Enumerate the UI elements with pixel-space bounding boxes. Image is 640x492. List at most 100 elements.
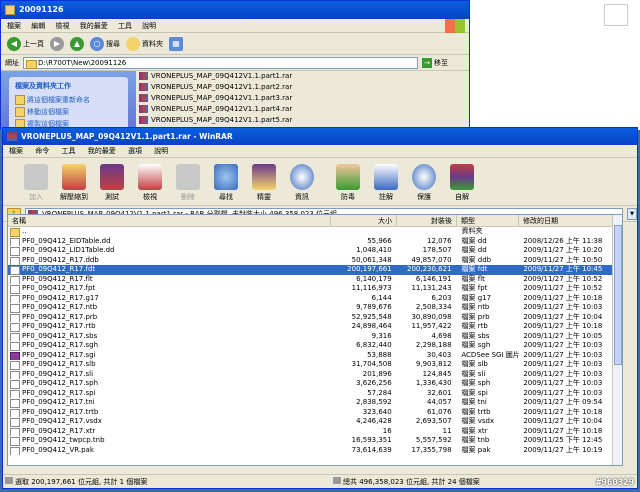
- menu-edit[interactable]: 編輯: [31, 22, 45, 30]
- table-row[interactable]: PF0_09Q412_R17.sbs 9,316 4,698 檔案 sbs 2009/1…: [8, 332, 622, 341]
- menu-favorites[interactable]: 我的最愛: [80, 22, 108, 30]
- table-row[interactable]: PF0_09Q412_R17.xtr 16 11 檔案 xtr 2009/11/27 上…: [8, 426, 622, 436]
- file-item[interactable]: VRONEPLUS_MAP_09Q412V1.1.part4.rar: [139, 104, 292, 114]
- file-name-cell: PF0_09Q412_twpcp.tnb: [8, 436, 330, 446]
- table-row[interactable]: PF0_09Q412_R17.slb 31,704,508 9,903,812 檔案 …: [8, 360, 622, 370]
- table-row[interactable]: PF0_09Q412_R17.sli 201,896 124,845 檔案 sli 20…: [8, 369, 622, 379]
- sfx-button[interactable]: 自解: [443, 158, 481, 205]
- menu-favorites[interactable]: 我的最愛: [88, 147, 116, 155]
- table-row[interactable]: PF0_09Q412_R17.sgh 6,832,440 2,298,188 檔案 s…: [8, 341, 622, 351]
- table-row[interactable]: PF0_09Q412_R17.g17 6,144 6,203 檔案 g17 2009/1…: [8, 294, 622, 303]
- task-move[interactable]: 移動這個檔案: [15, 107, 122, 117]
- forward-button[interactable]: ▶: [50, 36, 64, 51]
- modified-date-cell: 2009/11/27 上午 10:03: [523, 388, 603, 397]
- menu-commands[interactable]: 命令: [35, 147, 49, 155]
- file-type-cell: 檔案 tnb: [461, 436, 490, 444]
- folders-label: 資料夾: [142, 39, 163, 48]
- delete-button[interactable]: 刪除: [169, 158, 207, 205]
- column-name[interactable]: 名稱: [8, 215, 331, 226]
- address-input[interactable]: D:\R700T\New\20091126: [23, 56, 418, 69]
- file-size-cell: 57,284: [367, 388, 392, 397]
- modified-date-cell: 2008/12/26 上午 11:38: [523, 236, 603, 245]
- table-row[interactable]: PF0_09Q412_R17.ntb 9,789,676 2,508,334 檔案 n…: [8, 303, 622, 313]
- file-name-cell: PF0_09Q412_R17.slb: [8, 360, 330, 370]
- file-name-cell: PF0_09Q412_R17.xtr: [8, 427, 330, 436]
- table-row[interactable]: PF0_09Q412_R17.sph 3,626,256 1,336,430 檔案 s…: [8, 379, 622, 389]
- packed-size-cell: 30,403: [426, 350, 452, 359]
- file-item[interactable]: VRONEPLUS_MAP_09Q412V1.1.part2.rar: [139, 82, 292, 92]
- modified-date-cell: 2009/11/27 上午 10:03: [523, 360, 603, 368]
- file-name-cell: PF0_09Q412_EIDTable.dd: [8, 237, 330, 246]
- protect-button[interactable]: 保護: [405, 158, 443, 205]
- table-row[interactable]: PF0_09Q412_R17.flt 6,140,179 6,146,191 檔案 f…: [8, 275, 622, 284]
- file-item[interactable]: VRONEPLUS_MAP_09Q412V1.1.part1.rar: [139, 71, 292, 81]
- packed-size-cell: 124,845: [422, 369, 452, 378]
- table-row[interactable]: PF0_09Q412_R17.tni 2,838,592 44,057 檔案 tni 2…: [8, 398, 622, 408]
- menu-tools[interactable]: 工具: [118, 22, 132, 30]
- task-pane: 檔案及資料夾工作 將這個檔案重新命名 移動這個檔案 複製這個檔案: [1, 71, 136, 137]
- search-button[interactable]: ○ 搜尋: [90, 36, 120, 51]
- back-button[interactable]: ◀ 上一頁: [7, 36, 44, 51]
- table-row[interactable]: PF0_09Q412_R17.prb 52,925,548 30,890,098 檔案…: [8, 313, 622, 322]
- task-rename[interactable]: 將這個檔案重新命名: [15, 95, 122, 105]
- packed-size-cell: 9,903,812: [415, 360, 452, 368]
- table-row[interactable]: .. 資料夾: [8, 227, 622, 237]
- column-type[interactable]: 類型: [457, 215, 519, 226]
- windows-logo-icon: [445, 19, 465, 33]
- file-item[interactable]: VRONEPLUS_MAP_09Q412V1.1.part3.rar: [139, 93, 292, 103]
- table-row[interactable]: PF0_09Q412_R17.trtb 323,640 61,076 檔案 trtb 2…: [8, 408, 622, 417]
- table-row[interactable]: PF0_09Q412_R17.sgi 53,888 30,403 ACDSee SGI…: [8, 350, 622, 360]
- explorer-title-bar[interactable]: 20091126: [1, 1, 469, 19]
- add-button[interactable]: 加入: [17, 158, 55, 205]
- delete-label: 刪除: [181, 193, 195, 201]
- table-row[interactable]: PF0_09Q412_R17.fdt 200,197,661 200,230,621…: [8, 265, 622, 275]
- up-folder-button[interactable]: ▲: [70, 36, 84, 51]
- file-type-cell: 檔案 sli: [461, 369, 486, 378]
- sfx-label: 自解: [455, 193, 469, 201]
- table-row[interactable]: PF0_09Q412_R17.ddb 50,061,348 49,857,070 檔案…: [8, 256, 622, 265]
- table-row[interactable]: PF0_09Q412_LID1Table.dd 1,048,410 178,507 檔…: [8, 246, 622, 256]
- info-button[interactable]: 資訊: [283, 158, 321, 205]
- menu-options[interactable]: 選項: [128, 147, 142, 155]
- test-button[interactable]: 測試: [93, 158, 131, 205]
- menu-help[interactable]: 說明: [142, 22, 156, 30]
- winrar-title-bar[interactable]: VRONEPLUS_MAP_09Q412V1.1.part1.rar - Win…: [3, 128, 637, 145]
- file-name-cell: PF0_09Q412_R17.g17: [8, 294, 330, 303]
- comment-button[interactable]: 註解: [367, 158, 405, 205]
- folders-button[interactable]: 資料夾: [126, 36, 163, 51]
- path-dropdown-icon[interactable]: ▼: [627, 207, 637, 220]
- menu-file[interactable]: 檔案: [9, 147, 23, 155]
- table-row[interactable]: PF0_09Q412_EIDTable.dd 55,966 12,076 檔案 dd 2…: [8, 236, 622, 246]
- table-row[interactable]: PF0_09Q412_R17.spi 57,284 32,601 檔案 spi 2009…: [8, 388, 622, 398]
- views-button[interactable]: ▦: [169, 36, 183, 51]
- file-type-cell: 檔案 spi: [461, 388, 488, 397]
- column-packed[interactable]: 封裝後: [397, 215, 457, 226]
- go-button[interactable]: → 移至: [422, 57, 448, 68]
- packed-size-cell: 11: [442, 426, 452, 435]
- file-item[interactable]: VRONEPLUS_MAP_09Q412V1.1.part5.rar: [139, 115, 292, 125]
- menu-tools[interactable]: 工具: [61, 147, 75, 155]
- column-size[interactable]: 大小: [331, 215, 397, 226]
- up-folder-icon: ▲: [70, 36, 84, 51]
- wizard-button[interactable]: 精靈: [245, 158, 283, 205]
- table-row[interactable]: PF0_09Q412_R17.rtb 24,898,464 11,957,422 檔案…: [8, 322, 622, 332]
- vertical-scrollbar[interactable]: [612, 215, 622, 465]
- file-type-cell: 檔案 sph: [461, 379, 491, 387]
- table-row[interactable]: PF0_09Q412_R17.vsdx 4,246,428 2,693,507 檔案 …: [8, 417, 622, 427]
- find-button[interactable]: 尋找: [207, 158, 245, 205]
- desktop-icon[interactable]: [604, 4, 628, 26]
- menu-help[interactable]: 說明: [154, 147, 168, 155]
- task-pane-title[interactable]: 檔案及資料夾工作: [15, 81, 122, 91]
- packed-size-cell: 32,601: [427, 388, 452, 397]
- menu-view[interactable]: 檢視: [55, 22, 69, 30]
- table-row[interactable]: PF0_09Q412_R17.fpt 11,116,973 11,131,243 檔案…: [8, 284, 622, 294]
- table-row[interactable]: PF0_09Q412_VR.pak 73,614,639 17,355,798 檔案 …: [8, 446, 622, 455]
- extract-to-button[interactable]: 解壓縮到: [55, 158, 93, 205]
- menu-file[interactable]: 檔案: [7, 22, 21, 30]
- scrollbar-thumb[interactable]: [614, 225, 622, 365]
- virus-scan-button[interactable]: 防毒: [329, 158, 367, 205]
- column-modified[interactable]: 修改的日期: [519, 215, 614, 226]
- view-button[interactable]: 檢視: [131, 158, 169, 205]
- table-row[interactable]: PF0_09Q412_twpcp.tnb 16,593,351 5,557,592 檔…: [8, 436, 622, 446]
- forward-arrow-icon: ▶: [50, 36, 64, 51]
